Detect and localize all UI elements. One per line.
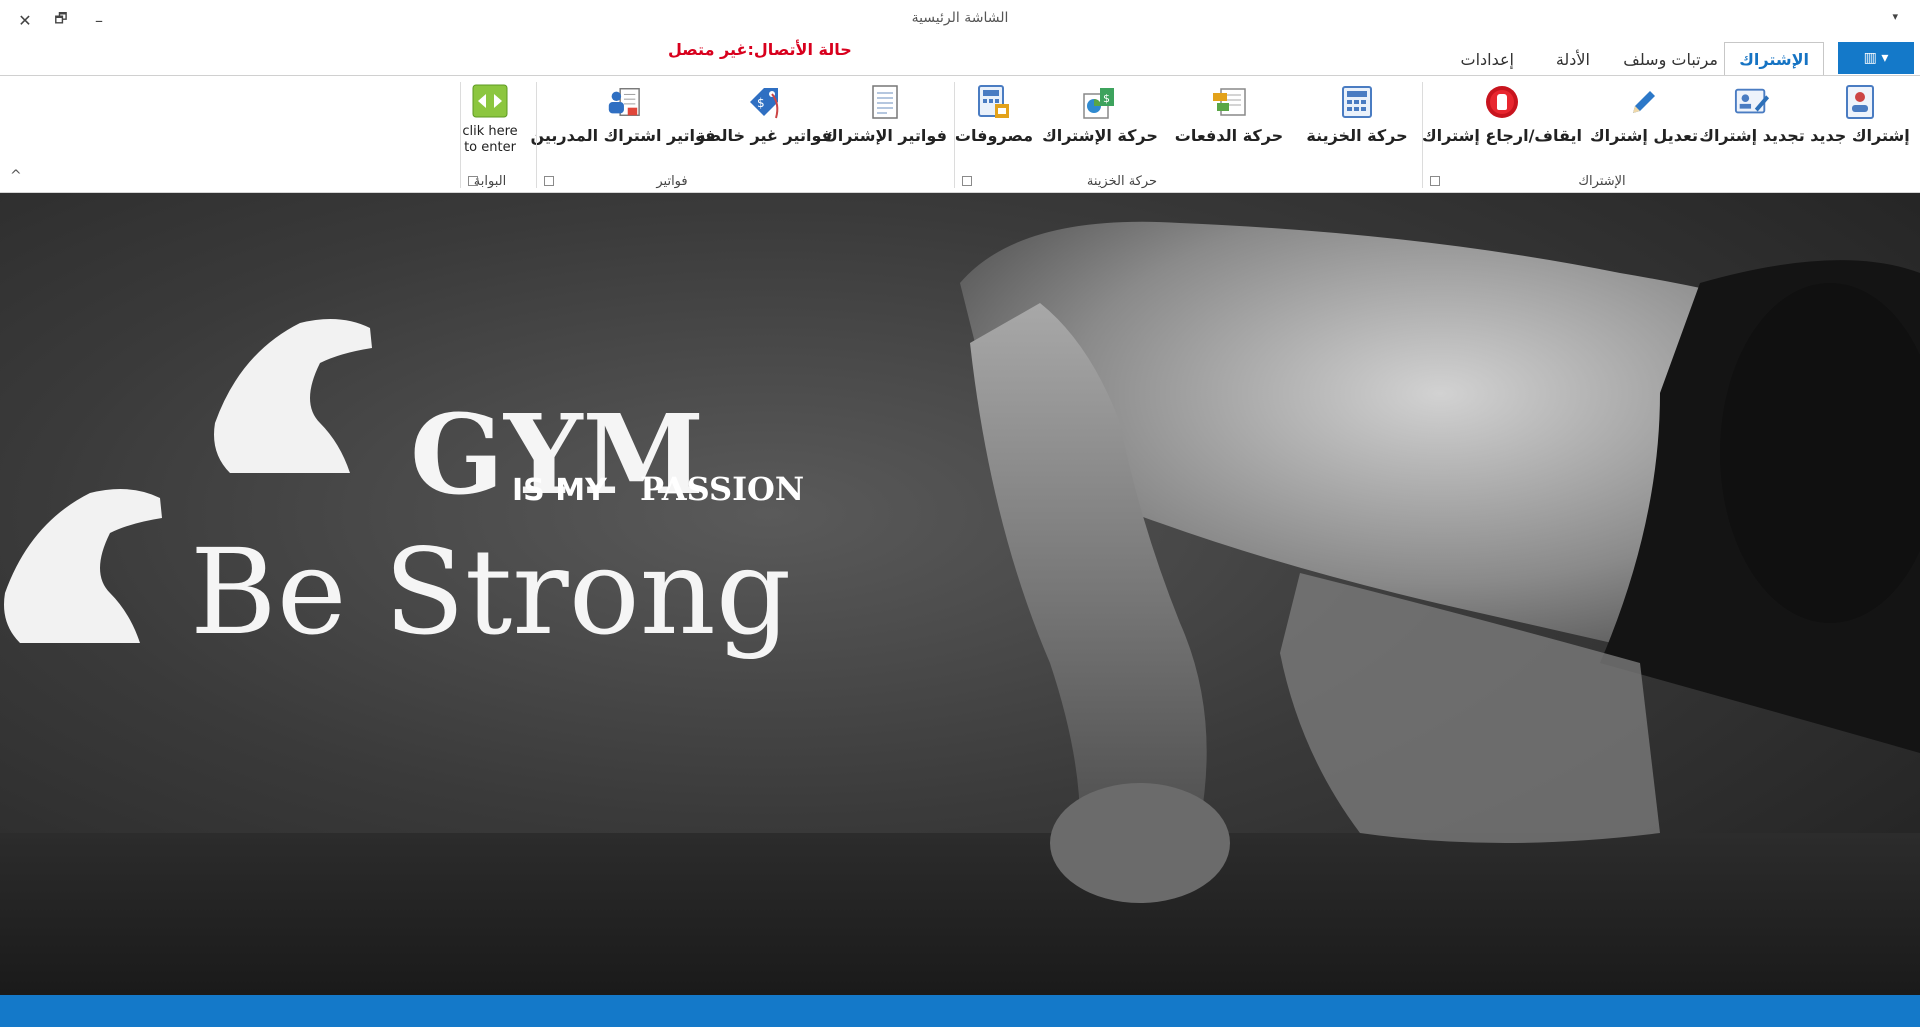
subscription-invoices-label: فواتير الإشتراك xyxy=(823,126,947,145)
title-bar: ✕ 🗗 – الشاشة الرئيسية ▾ xyxy=(0,0,1920,38)
tab-directories[interactable]: الأدلة xyxy=(1542,42,1604,76)
expenses-button[interactable]: مصروفات xyxy=(954,84,1034,156)
group-separator xyxy=(536,82,537,188)
subscription-movement-button[interactable]: $ حركة الإشتراك xyxy=(1040,84,1160,156)
renew-subscription-button[interactable]: تجديد إشتراك xyxy=(1699,84,1805,156)
group-label-gate: البوابة xyxy=(473,174,507,189)
status-bar xyxy=(0,995,1920,1027)
calculator-icon xyxy=(1339,84,1375,120)
payments-movement-label: حركة الدفعات xyxy=(1174,126,1284,145)
payment-list-icon xyxy=(1211,84,1247,120)
new-subscription-label: إشتراك جديد xyxy=(1810,126,1910,145)
group-separator xyxy=(954,82,955,188)
group-launcher-treasury[interactable] xyxy=(962,176,972,186)
expenses-calculator-icon xyxy=(976,84,1012,120)
app-window: ✕ 🗗 – الشاشة الرئيسية ▾ ▥ ▾ الإشتراك مرت… xyxy=(0,0,1920,1027)
group-label-subscription: الإشتراك xyxy=(1578,174,1626,189)
group-launcher-invoices[interactable] xyxy=(544,176,554,186)
main-background-image: GYM IS MY PASSION Be Strong xyxy=(0,193,1920,995)
member-card-icon xyxy=(1842,84,1878,120)
group-label-treasury: حركة الخزينة xyxy=(1086,174,1158,189)
subscription-invoices-button[interactable]: فواتير الإشتراك xyxy=(823,84,947,156)
renew-subscription-label: تجديد إشتراك xyxy=(1699,126,1805,145)
connection-status: حالة الأتصال:غير متصل xyxy=(668,40,852,59)
gym-logo: GYM IS MY PASSION Be Strong xyxy=(4,319,804,661)
app-menu-button[interactable]: ▥ ▾ xyxy=(1838,42,1914,74)
stop-resume-subscription-button[interactable]: ايقاف/ارجاع إشتراك xyxy=(1422,84,1582,156)
slogan-text: Be Strong xyxy=(190,523,791,661)
treasury-movement-button[interactable]: حركة الخزينة xyxy=(1302,84,1412,156)
unpaid-invoices-label: فواتير غير خالصة xyxy=(695,126,833,145)
subscription-movement-label: حركة الإشتراك xyxy=(1042,126,1158,145)
edit-subscription-button[interactable]: تعديل إشتراك xyxy=(1590,84,1698,156)
group-launcher-gate[interactable] xyxy=(468,176,478,186)
group-separator xyxy=(1422,82,1423,188)
edit-subscription-label: تعديل إشتراك xyxy=(1590,126,1698,145)
gate-enter-button[interactable]: clik here to enter xyxy=(454,84,526,156)
svg-text:$: $ xyxy=(1103,92,1110,105)
gate-enter-label: clik here to enter xyxy=(462,124,518,155)
quick-access-dropdown[interactable]: ▾ xyxy=(1892,10,1898,23)
group-separator xyxy=(460,82,461,188)
chart-dollar-icon: $ xyxy=(1082,84,1118,120)
tab-subscription[interactable]: الإشتراك xyxy=(1724,42,1824,76)
pencil-icon xyxy=(1626,84,1662,120)
treasury-movement-label: حركة الخزينة xyxy=(1306,126,1408,145)
trainers-invoices-button[interactable]: فواتير اشتراك المدربين xyxy=(530,84,716,156)
ribbon: إشتراك جديد تجديد إشتراك تعديل إشتراك اي… xyxy=(0,75,1920,193)
collapse-ribbon-icon[interactable]: ^ xyxy=(10,168,22,184)
gym-logo-tagline-a: IS MY xyxy=(512,473,608,508)
group-launcher-subscription[interactable] xyxy=(1430,176,1440,186)
ribbon-tabs: ▥ ▾ الإشتراك مرتبات وسلف الأدلة إعدادات xyxy=(0,38,1920,76)
document-icon xyxy=(867,84,903,120)
price-tag-icon: $ xyxy=(746,84,782,120)
stop-hand-icon xyxy=(1484,84,1520,120)
tab-settings[interactable]: إعدادات xyxy=(1447,42,1528,76)
group-label-invoices: فواتير xyxy=(656,174,688,189)
stop-resume-subscription-label: ايقاف/ارجاع إشتراك xyxy=(1421,126,1583,145)
users-report-icon xyxy=(605,84,641,120)
svg-text:$: $ xyxy=(757,96,765,110)
tab-salaries-advances[interactable]: مرتبات وسلف xyxy=(1609,42,1732,76)
gym-logo-tagline-b: PASSION xyxy=(640,470,804,508)
user-edit-icon xyxy=(1734,84,1770,120)
window-title: الشاشة الرئيسية xyxy=(911,10,1009,26)
expenses-label: مصروفات xyxy=(954,126,1034,145)
trainers-invoices-label: فواتير اشتراك المدربين xyxy=(530,126,716,145)
new-subscription-button[interactable]: إشتراك جديد xyxy=(1810,84,1910,156)
gate-arrows-icon xyxy=(472,84,508,118)
unpaid-invoices-button[interactable]: $ فواتير غير خالصة xyxy=(696,84,832,156)
payments-movement-button[interactable]: حركة الدفعات xyxy=(1174,84,1284,156)
